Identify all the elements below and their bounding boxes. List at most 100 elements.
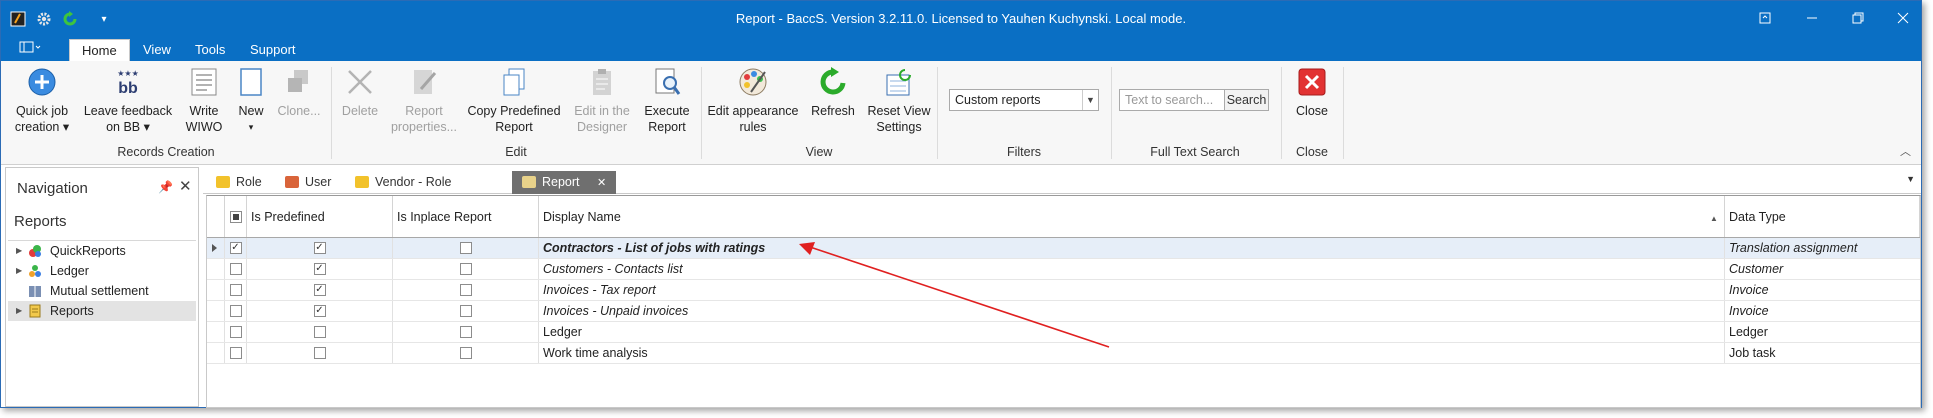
is-inplace-cell[interactable] bbox=[393, 322, 539, 342]
close-pane-icon[interactable]: ✕ bbox=[179, 177, 192, 195]
is-inplace-cell[interactable] bbox=[393, 259, 539, 279]
is-inplace-cell[interactable] bbox=[393, 343, 539, 363]
doc-tab-vendor-role[interactable]: Vendor - Role bbox=[355, 171, 451, 194]
display-name-cell[interactable]: Contractors - List of jobs with ratings bbox=[539, 238, 1725, 258]
write-wiwo-button[interactable]: Write WIWO bbox=[179, 65, 229, 135]
tab-home[interactable]: Home bbox=[69, 39, 130, 61]
row-select-checkbox[interactable] bbox=[229, 263, 242, 275]
edit-appearance-rules-button[interactable]: Edit appearance rules bbox=[707, 65, 799, 135]
column-header-data-type[interactable]: Data Type bbox=[1725, 196, 1920, 237]
doc-tab-report[interactable]: Report ✕ bbox=[512, 171, 617, 194]
data-type-cell[interactable]: Job task bbox=[1725, 343, 1920, 363]
tree-item-ledger[interactable]: ▶ Ledger bbox=[8, 261, 196, 281]
expand-arrow-icon[interactable]: ▶ bbox=[16, 241, 22, 261]
is-inplace-checkbox[interactable] bbox=[459, 305, 472, 317]
display-name-cell[interactable]: Work time analysis bbox=[539, 343, 1725, 363]
is-predefined-cell[interactable]: ✓ bbox=[247, 259, 393, 279]
is-inplace-cell[interactable] bbox=[393, 301, 539, 321]
application-menu-button[interactable] bbox=[11, 39, 49, 61]
ribbon-display-icon[interactable] bbox=[1751, 7, 1779, 29]
tree-item-reports[interactable]: ▶ Reports bbox=[8, 301, 196, 321]
doc-tab-user[interactable]: User bbox=[285, 171, 331, 194]
is-inplace-checkbox[interactable] bbox=[459, 242, 472, 254]
expand-arrow-icon[interactable]: ▶ bbox=[16, 261, 22, 281]
is-inplace-checkbox[interactable] bbox=[459, 263, 472, 275]
is-inplace-cell[interactable] bbox=[393, 280, 539, 300]
report-filter-select[interactable]: Custom reports ▼ bbox=[949, 89, 1099, 111]
search-input[interactable]: Text to search... Search bbox=[1119, 89, 1269, 111]
tree-item-quickreports[interactable]: ▶ QuickReports bbox=[8, 241, 196, 261]
is-predefined-checkbox[interactable]: ✓ bbox=[313, 242, 326, 254]
is-predefined-cell[interactable]: ✓ bbox=[247, 280, 393, 300]
column-header-is-predefined[interactable]: Is Predefined bbox=[247, 196, 393, 237]
pin-icon[interactable]: 📌 bbox=[158, 180, 173, 194]
is-inplace-cell[interactable] bbox=[393, 238, 539, 258]
chevron-down-icon[interactable]: ▼ bbox=[1082, 90, 1098, 110]
row-select-checkbox[interactable] bbox=[229, 347, 242, 359]
column-header-is-inplace-report[interactable]: Is Inplace Report bbox=[393, 196, 539, 237]
table-row[interactable]: ✓ Invoices - Tax report Invoice bbox=[207, 280, 1920, 301]
tab-list-dropdown-icon[interactable]: ▼ bbox=[1906, 174, 1915, 184]
select-all-checkbox[interactable] bbox=[225, 196, 247, 237]
is-predefined-checkbox[interactable]: ✓ bbox=[313, 305, 326, 317]
row-select-cell[interactable] bbox=[225, 301, 247, 321]
close-window-icon[interactable] bbox=[1889, 7, 1917, 29]
quick-job-creation-button[interactable]: Quick job creation ▾ bbox=[9, 65, 75, 135]
leave-feedback-button[interactable]: ★★★ bb Leave feedback on BB ▾ bbox=[81, 65, 175, 135]
table-row[interactable]: ✓ Customers - Contacts list Customer bbox=[207, 259, 1920, 280]
is-predefined-cell[interactable] bbox=[247, 322, 393, 342]
row-select-checkbox[interactable] bbox=[229, 305, 242, 317]
tab-support[interactable]: Support bbox=[238, 39, 308, 61]
is-predefined-checkbox[interactable] bbox=[313, 347, 326, 359]
data-type-cell[interactable]: Translation assignment bbox=[1725, 238, 1920, 258]
execute-report-button[interactable]: Execute Report bbox=[641, 65, 693, 135]
data-type-cell[interactable]: Customer bbox=[1725, 259, 1920, 279]
tab-view[interactable]: View bbox=[131, 39, 183, 61]
collapse-ribbon-icon[interactable]: ︿ bbox=[1900, 143, 1911, 159]
is-inplace-checkbox[interactable] bbox=[459, 284, 472, 296]
is-inplace-checkbox[interactable] bbox=[459, 347, 472, 359]
row-select-checkbox[interactable] bbox=[229, 284, 242, 296]
expand-arrow-icon[interactable]: ▶ bbox=[16, 301, 22, 321]
row-select-cell[interactable] bbox=[225, 322, 247, 342]
edit-in-designer-button[interactable]: Edit in the Designer bbox=[567, 65, 637, 135]
copy-predefined-report-button[interactable]: Copy Predefined Report bbox=[465, 65, 563, 135]
clone-button[interactable]: Clone... bbox=[273, 65, 325, 119]
tree-item-mutual-settlement[interactable]: Mutual settlement bbox=[8, 281, 196, 301]
display-name-cell[interactable]: Customers - Contacts list bbox=[539, 259, 1725, 279]
doc-tab-role[interactable]: Role bbox=[216, 171, 262, 194]
tab-tools[interactable]: Tools bbox=[183, 39, 237, 61]
table-row[interactable]: ✓ ✓ Contractors - List of jobs with rating… bbox=[207, 238, 1920, 259]
table-row[interactable]: Work time analysis Job task bbox=[207, 343, 1920, 364]
display-name-cell[interactable]: Ledger bbox=[539, 322, 1725, 342]
row-select-checkbox[interactable]: ✓ bbox=[229, 242, 242, 254]
is-predefined-cell[interactable]: ✓ bbox=[247, 301, 393, 321]
display-name-cell[interactable]: Invoices - Tax report bbox=[539, 280, 1725, 300]
table-row[interactable]: ✓ Invoices - Unpaid invoices Invoice bbox=[207, 301, 1920, 322]
search-button[interactable]: Search bbox=[1224, 90, 1268, 110]
data-type-cell[interactable]: Invoice bbox=[1725, 301, 1920, 321]
row-select-cell[interactable] bbox=[225, 280, 247, 300]
row-select-checkbox[interactable] bbox=[229, 326, 242, 338]
data-type-cell[interactable]: Invoice bbox=[1725, 280, 1920, 300]
new-button[interactable]: New ▾ bbox=[233, 65, 269, 135]
data-type-cell[interactable]: Ledger bbox=[1725, 322, 1920, 342]
display-name-cell[interactable]: Invoices - Unpaid invoices bbox=[539, 301, 1725, 321]
refresh-button[interactable]: Refresh bbox=[805, 65, 861, 119]
report-properties-button[interactable]: Report properties... bbox=[387, 65, 461, 135]
is-predefined-checkbox[interactable] bbox=[313, 326, 326, 338]
is-predefined-checkbox[interactable]: ✓ bbox=[313, 263, 326, 275]
table-row[interactable]: Ledger Ledger bbox=[207, 322, 1920, 343]
close-tab-icon[interactable]: ✕ bbox=[597, 177, 606, 189]
is-predefined-cell[interactable]: ✓ bbox=[247, 238, 393, 258]
restore-icon[interactable] bbox=[1844, 7, 1872, 29]
row-select-cell[interactable]: ✓ bbox=[225, 238, 247, 258]
is-predefined-checkbox[interactable]: ✓ bbox=[313, 284, 326, 296]
is-inplace-checkbox[interactable] bbox=[459, 326, 472, 338]
row-select-cell[interactable] bbox=[225, 259, 247, 279]
column-header-display-name[interactable]: Display Name bbox=[539, 196, 1725, 237]
delete-button[interactable]: Delete bbox=[337, 65, 383, 119]
minimize-icon[interactable] bbox=[1798, 7, 1826, 29]
row-select-cell[interactable] bbox=[225, 343, 247, 363]
is-predefined-cell[interactable] bbox=[247, 343, 393, 363]
